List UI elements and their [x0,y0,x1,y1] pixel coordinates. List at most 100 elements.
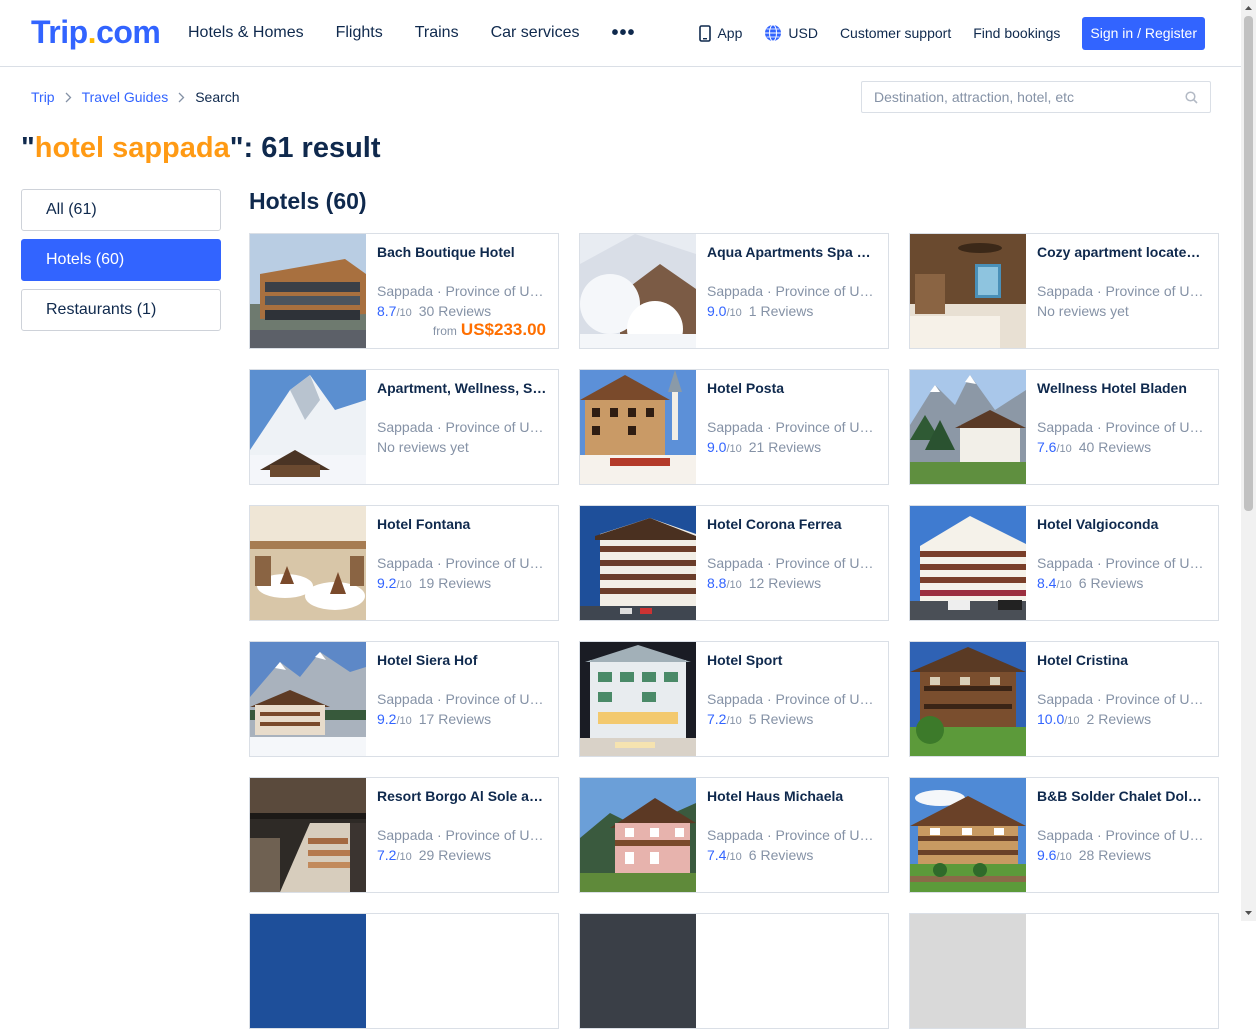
hotel-photo[interactable] [910,914,1026,1028]
hotel-card[interactable]: Hotel Cristina Sappada · Province of Udin… [909,641,1219,757]
hotel-card[interactable] [909,913,1219,1029]
hotel-score: 9.6 [1037,847,1057,863]
score-out-of: /10 [396,715,412,727]
hotel-photo[interactable] [580,506,696,620]
hotel-rating-row: 7.6/10 40 Reviews [1037,439,1207,457]
hotel-photo[interactable] [250,234,366,348]
hotel-photo[interactable] [910,370,1026,484]
hotel-rating-row: 9.2/10 17 Reviews [377,711,547,729]
hotel-card[interactable]: Wellness Hotel Bladen Sappada · Province … [909,369,1219,485]
nav-more-menu[interactable]: ••• [611,0,635,66]
hotel-card[interactable]: Hotel Haus Michaela Sappada · Province of… [579,777,889,893]
hotel-score: 9.0 [707,303,727,319]
hotel-photo[interactable] [580,642,696,756]
hotel-card[interactable]: Hotel Fontana Sappada · Province of Udine… [249,505,559,621]
top-header: Trip.com Hotels & Homes Flights Trains C… [0,0,1256,67]
hotel-card[interactable]: Hotel Sport Sappada · Province of Udine 7.… [579,641,889,757]
sign-in-register-button[interactable]: Sign in / Register [1082,16,1205,50]
hotel-location: Sappada · Province of Udine [707,691,877,707]
hotel-card[interactable]: Hotel Valgioconda Sappada · Province of U… [909,505,1219,621]
hotel-card[interactable]: Hotel Posta Sappada · Province of Udine 9.… [579,369,889,485]
hotel-photo[interactable] [250,506,366,620]
scroll-up-arrow-icon[interactable] [1244,3,1253,13]
hotel-card[interactable]: Resort Borgo Al Sole and Spa Sappada · Pr… [249,777,559,893]
score-out-of: /10 [396,307,412,319]
hotel-card[interactable]: Hotel Siera Hof Sappada · Province of Udi… [249,641,559,757]
hotel-name[interactable]: Cozy apartment located in Sappada [1037,244,1207,260]
hotel-photo[interactable] [910,234,1026,348]
customer-support-link[interactable]: Customer support [840,25,951,41]
reviews-label: Reviews [760,711,814,727]
search-icon[interactable] [1185,90,1198,104]
scroll-down-arrow-icon[interactable] [1244,908,1253,918]
hotel-card[interactable]: Bach Boutique Hotel Sappada · Province of… [249,233,559,349]
hotel-name[interactable]: Hotel Valgioconda [1037,516,1207,532]
currency-selector[interactable]: USD [764,24,818,42]
hotel-photo[interactable] [910,506,1026,620]
hotel-card[interactable]: Hotel Corona Ferrea Sappada · Province of… [579,505,889,621]
review-count: 29 [418,847,435,863]
price-from-label: from [432,324,457,338]
nav-car-services[interactable]: Car services [491,0,580,66]
hotel-rating-row: 9.0/10 21 Reviews [707,439,877,457]
hotel-card[interactable] [249,913,559,1029]
hotel-name[interactable]: B&B Solder Chalet Dolomiten [1037,788,1207,804]
hotel-photo[interactable] [250,778,366,892]
hotel-photo[interactable] [580,370,696,484]
hotel-name[interactable]: Bach Boutique Hotel [377,244,547,260]
nav-flights[interactable]: Flights [336,0,383,66]
filter-all[interactable]: All (61) [21,189,221,231]
breadcrumb-trip[interactable]: Trip [31,89,55,105]
hotel-name[interactable]: Hotel Cristina [1037,652,1207,668]
filter-restaurants[interactable]: Restaurants (1) [21,289,221,331]
hotel-name[interactable]: Hotel Corona Ferrea [707,516,877,532]
nav-trains[interactable]: Trains [415,0,459,66]
hotel-card[interactable]: Cozy apartment located in Sappada Sappada… [909,233,1219,349]
hotel-card[interactable]: Apartment, Wellness, Sappada Sappada · Pr… [249,369,559,485]
hotel-score: 7.2 [707,711,727,727]
app-link[interactable]: App [699,24,743,42]
reviews-label: Reviews [768,575,822,591]
hotel-name[interactable]: Hotel Siera Hof [377,652,547,668]
hotel-name[interactable]: Aqua Apartments Spa & Wellness [707,244,877,260]
find-bookings-link[interactable]: Find bookings [973,25,1060,41]
hotel-info: Apartment, Wellness, Sappada Sappada · Pr… [366,370,558,484]
hotel-location: Sappada · Province of Udine [707,419,877,435]
hotel-name[interactable]: Resort Borgo Al Sole and Spa [377,788,547,804]
review-count: 6 [748,847,757,863]
category-filters: All (61) Hotels (60) Restaurants (1) [21,189,221,339]
scrollbar-thumb[interactable] [1244,16,1253,511]
search-input[interactable] [874,89,1185,105]
filter-hotels[interactable]: Hotels (60) [21,239,221,281]
hotel-photo[interactable] [580,914,696,1028]
hotel-card[interactable]: B&B Solder Chalet Dolomiten Sappada · Pro… [909,777,1219,893]
hotel-card[interactable] [579,913,889,1029]
phone-icon [699,24,712,42]
hotel-photo[interactable] [580,234,696,348]
hotel-photo[interactable] [250,642,366,756]
trip-logo[interactable]: Trip.com [31,12,161,52]
hotel-rating-row: 10.0/10 2 Reviews [1037,711,1207,729]
hotel-card[interactable]: Aqua Apartments Spa & Wellness Sappada · … [579,233,889,349]
hotel-photo[interactable] [910,778,1026,892]
hotel-photo[interactable] [910,642,1026,756]
app-label: App [717,25,743,41]
hotel-name[interactable]: Hotel Haus Michaela [707,788,877,804]
hotel-name[interactable]: Wellness Hotel Bladen [1037,380,1207,396]
hotel-location: Sappada · Province of Udine [377,555,547,571]
hotel-name[interactable]: Hotel Fontana [377,516,547,532]
nav-hotels-homes[interactable]: Hotels & Homes [188,0,304,66]
hotel-name[interactable]: Apartment, Wellness, Sappada [377,380,547,396]
hotel-photo[interactable] [250,914,366,1028]
review-count: 12 [748,575,765,591]
hotel-rating-row: 7.2/10 5 Reviews [707,711,877,729]
hotel-photo[interactable] [250,370,366,484]
page-scrollbar[interactable] [1241,0,1256,921]
hotel-name[interactable]: Hotel Sport [707,652,877,668]
hotel-rating-row: 8.8/10 12 Reviews [707,575,877,593]
reviews-label: Reviews [438,711,492,727]
hotel-name[interactable]: Hotel Posta [707,380,877,396]
reviews-label: Reviews [1090,575,1144,591]
breadcrumb-travel-guides[interactable]: Travel Guides [82,89,169,105]
hotel-photo[interactable] [580,778,696,892]
